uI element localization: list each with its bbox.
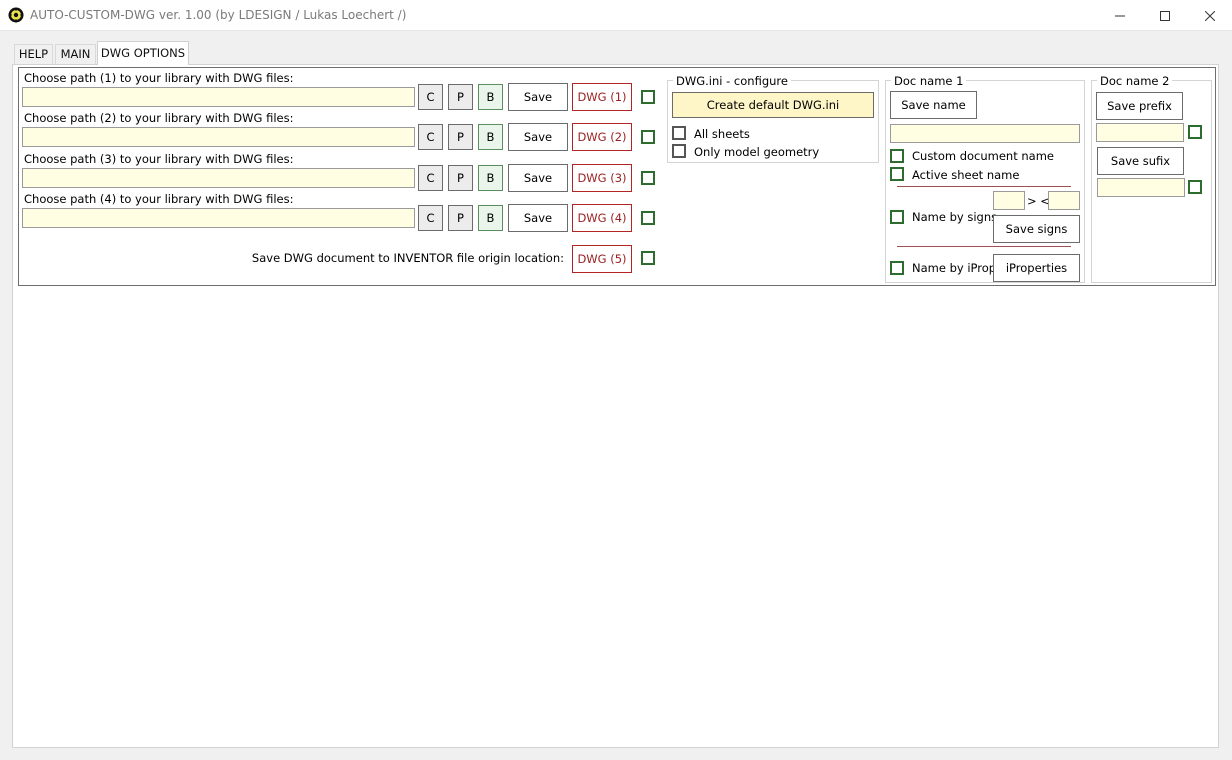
- doc-name-2-group-title: Doc name 2: [1097, 74, 1173, 88]
- origin-location-label: Save DWG document to INVENTOR file origi…: [251, 251, 564, 265]
- app-gear-icon: [8, 7, 24, 23]
- save-name-button[interactable]: Save name: [890, 91, 977, 119]
- dwg-5-button[interactable]: DWG (5): [572, 245, 632, 273]
- custom-document-name-label: Custom document name: [912, 149, 1055, 163]
- dwg-2-checkbox[interactable]: [641, 130, 655, 144]
- window-title: AUTO-CUSTOM-DWG ver. 1.00 (by LDESIGN / …: [30, 8, 407, 22]
- path-4-p-button[interactable]: P: [448, 205, 473, 231]
- minimize-button[interactable]: [1097, 0, 1143, 31]
- tab-help[interactable]: HELP: [14, 44, 53, 64]
- name-by-iprop-checkbox[interactable]: [890, 261, 904, 275]
- path-1-c-button[interactable]: C: [418, 84, 443, 110]
- path-1-label: Choose path (1) to your library with DWG…: [24, 71, 294, 85]
- tab-dwg-options[interactable]: DWG OPTIONS: [97, 41, 189, 65]
- all-sheets-label: All sheets: [694, 127, 750, 141]
- only-model-geometry-checkbox[interactable]: [672, 144, 686, 158]
- maximize-button[interactable]: [1142, 0, 1188, 31]
- sufix-input[interactable]: [1097, 178, 1185, 197]
- dwg-3-button[interactable]: DWG (3): [572, 164, 632, 192]
- doc-name-1-group-title: Doc name 1: [891, 74, 967, 88]
- path-2-c-button[interactable]: C: [418, 124, 443, 150]
- path-1-p-button[interactable]: P: [448, 84, 473, 110]
- path-1-b-button[interactable]: B: [478, 84, 503, 110]
- title-bar: AUTO-CUSTOM-DWG ver. 1.00 (by LDESIGN / …: [0, 0, 1232, 31]
- path-4-save-button[interactable]: Save: [508, 204, 568, 232]
- path-3-c-button[interactable]: C: [418, 165, 443, 191]
- close-icon: [1205, 10, 1215, 21]
- path-2-b-button[interactable]: B: [478, 124, 503, 150]
- dwg-ini-group-title: DWG.ini - configure: [673, 74, 791, 88]
- save-sufix-button[interactable]: Save sufix: [1097, 147, 1184, 175]
- create-default-dwg-ini-button[interactable]: Create default DWG.ini: [672, 92, 874, 118]
- path-1-save-button[interactable]: Save: [508, 83, 568, 111]
- close-button[interactable]: [1187, 0, 1232, 31]
- separator: [897, 186, 1071, 187]
- only-model-geometry-label: Only model geometry: [694, 145, 820, 159]
- save-prefix-button[interactable]: Save prefix: [1096, 92, 1183, 120]
- path-1-input[interactable]: [22, 87, 415, 107]
- path-3-p-button[interactable]: P: [448, 165, 473, 191]
- path-3-save-button[interactable]: Save: [508, 164, 568, 192]
- prefix-checkbox[interactable]: [1188, 125, 1202, 139]
- sufix-checkbox[interactable]: [1188, 180, 1202, 194]
- doc-name-1-input[interactable]: [890, 124, 1080, 143]
- sign-end-input[interactable]: [1048, 191, 1080, 210]
- all-sheets-checkbox[interactable]: [672, 126, 686, 140]
- maximize-icon: [1160, 10, 1170, 21]
- active-sheet-name-checkbox[interactable]: [890, 167, 904, 181]
- path-4-input[interactable]: [22, 208, 415, 228]
- dwg-5-checkbox[interactable]: [641, 251, 655, 265]
- name-by-signs-label: Name by signs: [912, 210, 998, 224]
- path-2-save-button[interactable]: Save: [508, 123, 568, 151]
- path-3-label: Choose path (3) to your library with DWG…: [24, 152, 294, 166]
- path-4-b-button[interactable]: B: [478, 205, 503, 231]
- path-4-c-button[interactable]: C: [418, 205, 443, 231]
- name-by-iprop-label: Name by iProp: [912, 261, 997, 275]
- dwg-2-button[interactable]: DWG (2): [572, 123, 632, 151]
- sign-start-input[interactable]: [993, 191, 1025, 210]
- active-sheet-name-label: Active sheet name: [912, 168, 1020, 182]
- path-4-label: Choose path (4) to your library with DWG…: [24, 192, 294, 206]
- tab-main[interactable]: MAIN: [55, 44, 96, 64]
- dwg-1-checkbox[interactable]: [641, 90, 655, 104]
- signs-separator-label: > <: [1027, 194, 1050, 208]
- path-2-input[interactable]: [22, 127, 415, 147]
- minimize-icon: [1115, 15, 1125, 16]
- custom-document-name-checkbox[interactable]: [890, 149, 904, 163]
- path-2-label: Choose path (2) to your library with DWG…: [24, 111, 294, 125]
- dwg-4-checkbox[interactable]: [641, 211, 655, 225]
- iproperties-button[interactable]: iProperties: [993, 254, 1080, 282]
- path-3-input[interactable]: [22, 168, 415, 188]
- separator: [897, 246, 1071, 247]
- dwg-3-checkbox[interactable]: [641, 171, 655, 185]
- save-signs-button[interactable]: Save signs: [993, 215, 1080, 243]
- dwg-4-button[interactable]: DWG (4): [572, 204, 632, 232]
- prefix-input[interactable]: [1096, 123, 1184, 142]
- name-by-signs-checkbox[interactable]: [890, 210, 904, 224]
- path-3-b-button[interactable]: B: [478, 165, 503, 191]
- path-2-p-button[interactable]: P: [448, 124, 473, 150]
- dwg-1-button[interactable]: DWG (1): [572, 83, 632, 111]
